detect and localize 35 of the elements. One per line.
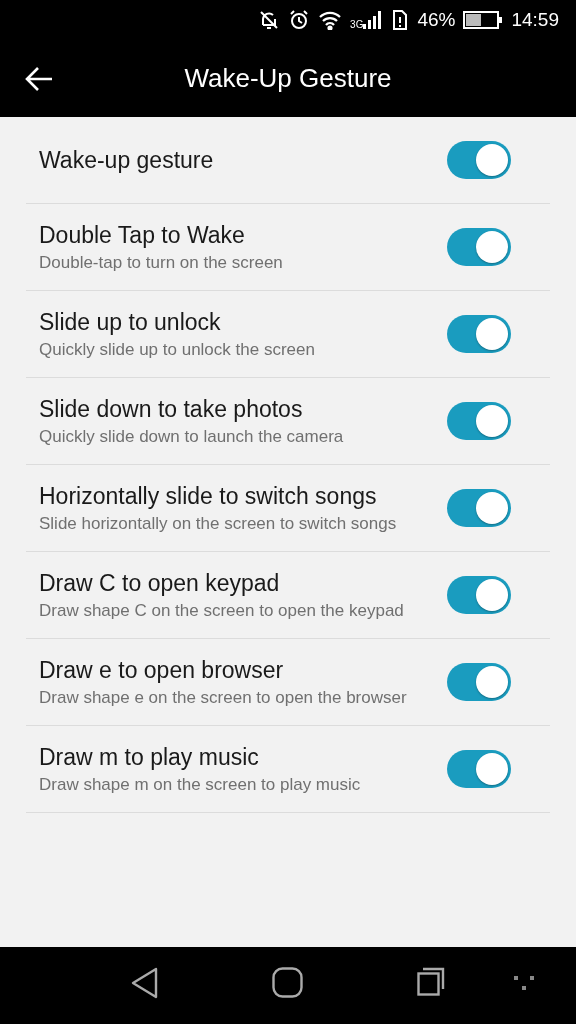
battery-icon	[463, 11, 504, 29]
wifi-icon	[318, 10, 343, 30]
toggle-switch[interactable]	[447, 228, 511, 266]
network-type: 3G	[350, 19, 364, 30]
sim-alert-icon	[391, 9, 410, 31]
setting-title: Slide down to take photos	[39, 395, 304, 423]
setting-title: Horizontally slide to switch songs	[39, 482, 378, 510]
setting-description: Quickly slide up to unlock the screen	[39, 338, 316, 360]
setting-title: Draw C to open keypad	[39, 569, 281, 597]
toggle-switch[interactable]	[447, 402, 511, 440]
setting-title: Slide up to unlock	[39, 308, 222, 336]
toggle-switch[interactable]	[447, 576, 511, 614]
back-icon[interactable]	[131, 967, 159, 999]
toggle-switch[interactable]	[447, 315, 511, 353]
setting-title: Draw m to play music	[39, 743, 260, 771]
screen-title: Wake-Up Gesture	[184, 63, 392, 93]
setting-description: Draw shape m on the screen to play music	[39, 773, 362, 795]
setting-description: Quickly slide down to launch the camera	[39, 425, 345, 447]
setting-title: Double Tap to Wake	[39, 221, 246, 249]
dots-icon[interactable]	[514, 976, 536, 992]
clock-time: 14:59	[511, 9, 559, 31]
setting-description: Draw shape e on the screen to open the browser	[39, 686, 408, 708]
setting-title: Draw e to open browser	[39, 656, 285, 684]
setting-description: Double-tap to turn on the screen	[39, 251, 284, 273]
recents-icon[interactable]	[417, 967, 445, 997]
setting-description: Slide horizontally on the screen to switch songs	[39, 512, 398, 534]
signal-icon	[363, 10, 384, 30]
home-icon[interactable]	[272, 967, 303, 998]
toggle-switch[interactable]	[447, 141, 511, 179]
battery-percent: 46%	[417, 9, 456, 31]
toggle-switch[interactable]	[447, 489, 511, 527]
setting-title: Wake-up gesture	[39, 146, 215, 174]
toggle-switch[interactable]	[447, 750, 511, 788]
setting-description: Draw shape C on the screen to open the keypad	[39, 599, 405, 621]
toggle-switch[interactable]	[447, 663, 511, 701]
